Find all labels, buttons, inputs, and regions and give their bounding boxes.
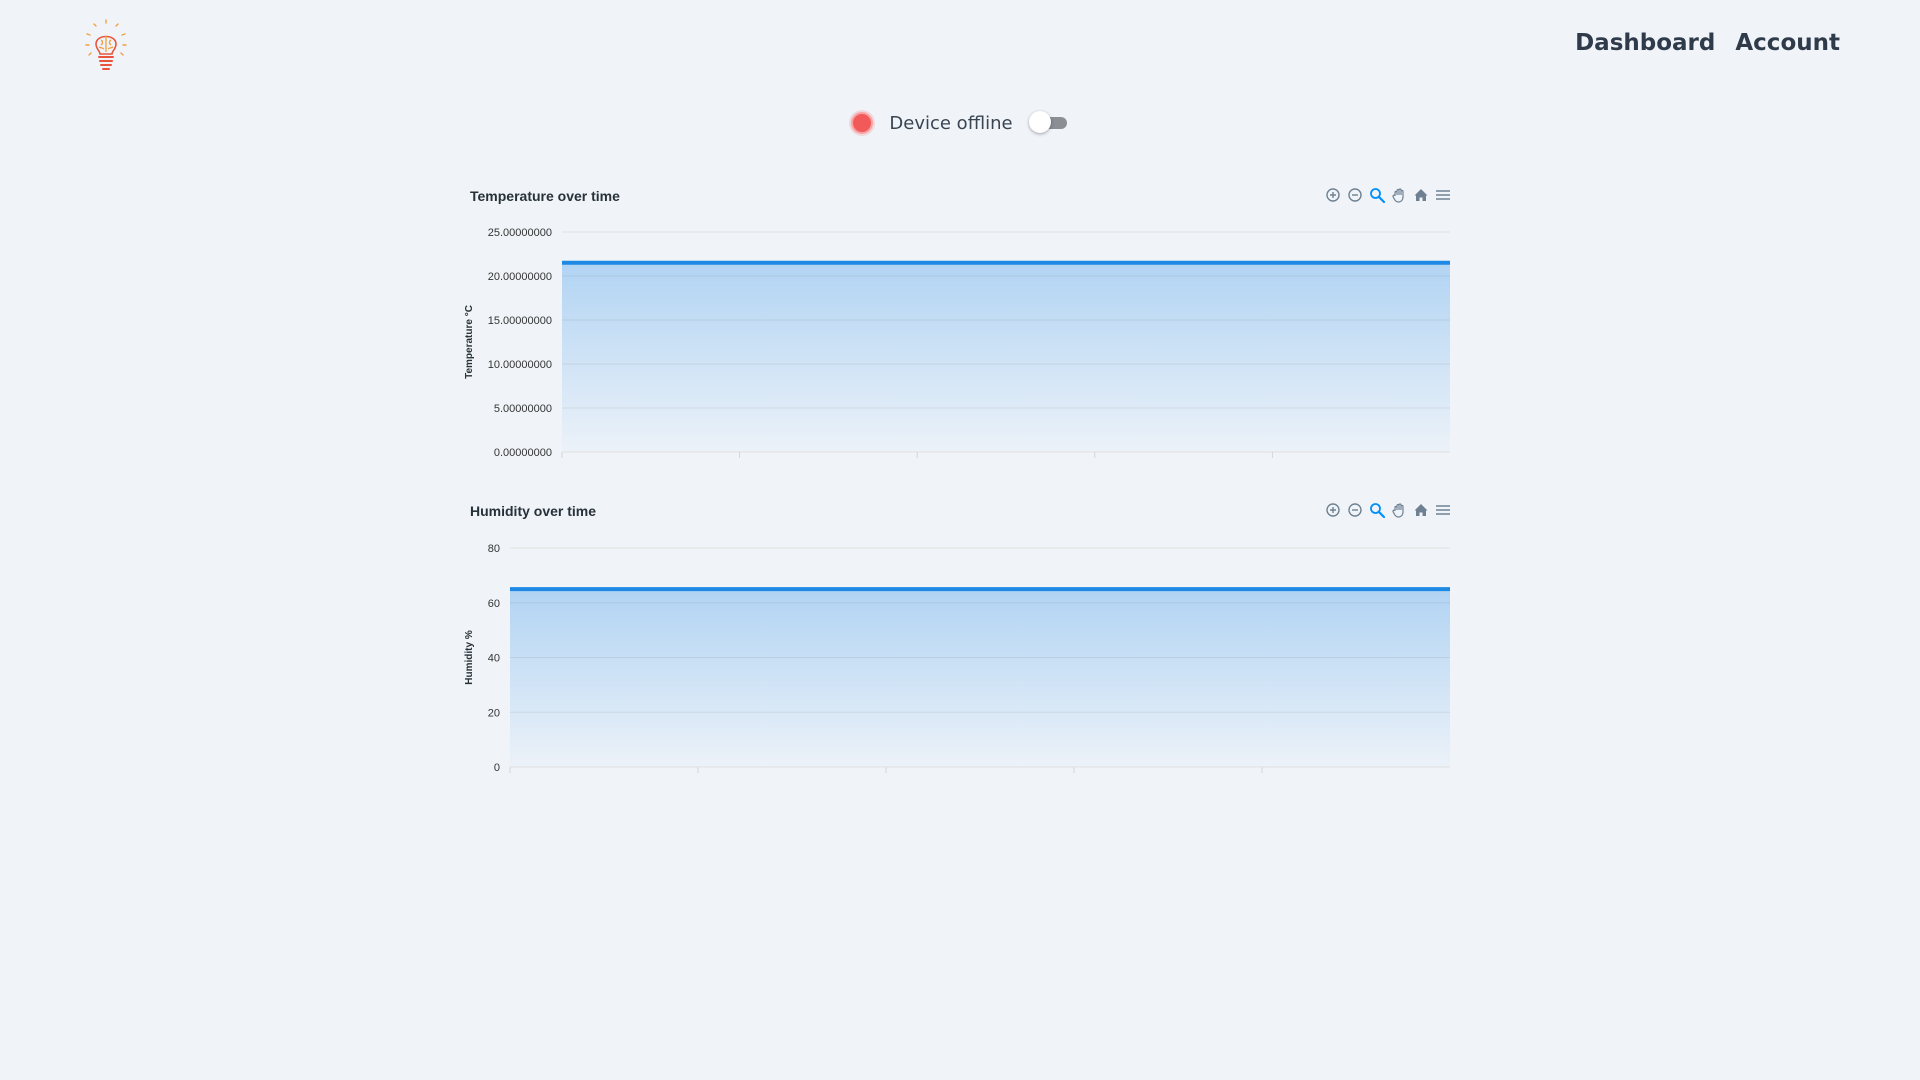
y-tick-label: 5.00000000 — [494, 403, 552, 415]
status-text: Device offline — [889, 112, 1013, 134]
y-tick-label: 80 — [488, 543, 500, 555]
y-axis-label: Temperature °C — [464, 305, 475, 379]
nav-dashboard-link[interactable]: Dashboard — [1575, 30, 1715, 56]
humidity-chart: Humidity over time 80 60 40 20 0 Humidity % — [462, 497, 1458, 787]
nav-account-link[interactable]: Account — [1735, 30, 1840, 56]
y-tick-label: 15.00000000 — [488, 315, 552, 327]
y-tick-label: 20.00000000 — [488, 271, 552, 283]
status-indicator-dot — [851, 112, 874, 134]
device-power-toggle[interactable] — [1028, 111, 1069, 135]
toggle-knob — [1028, 111, 1051, 133]
y-tick-label: 25.00000000 — [488, 227, 552, 239]
temperature-chart: Temperature over time 25.00000000 20.0000… — [462, 182, 1458, 472]
y-tick-label: 40 — [488, 653, 500, 665]
temperature-chart-plot[interactable]: 25.00000000 20.00000000 15.00000000 10.0000… — [462, 182, 1458, 472]
series-area — [562, 262, 1450, 452]
humidity-chart-plot[interactable]: 80 60 40 20 0 Humidity % — [462, 497, 1458, 787]
series-area — [510, 589, 1450, 767]
y-tick-label: 10.00000000 — [488, 359, 552, 371]
brain-bulb-logo-icon[interactable] — [82, 18, 130, 74]
y-tick-label: 60 — [488, 598, 500, 610]
y-tick-label: 0.00000000 — [494, 447, 552, 459]
y-tick-label: 20 — [488, 707, 500, 719]
y-axis-label: Humidity % — [464, 630, 475, 685]
header: Dashboard Account — [0, 0, 1920, 90]
device-status-bar: Device offline — [0, 106, 1920, 140]
y-tick-label: 0 — [494, 762, 500, 774]
main-nav: Dashboard Account — [1575, 30, 1840, 56]
